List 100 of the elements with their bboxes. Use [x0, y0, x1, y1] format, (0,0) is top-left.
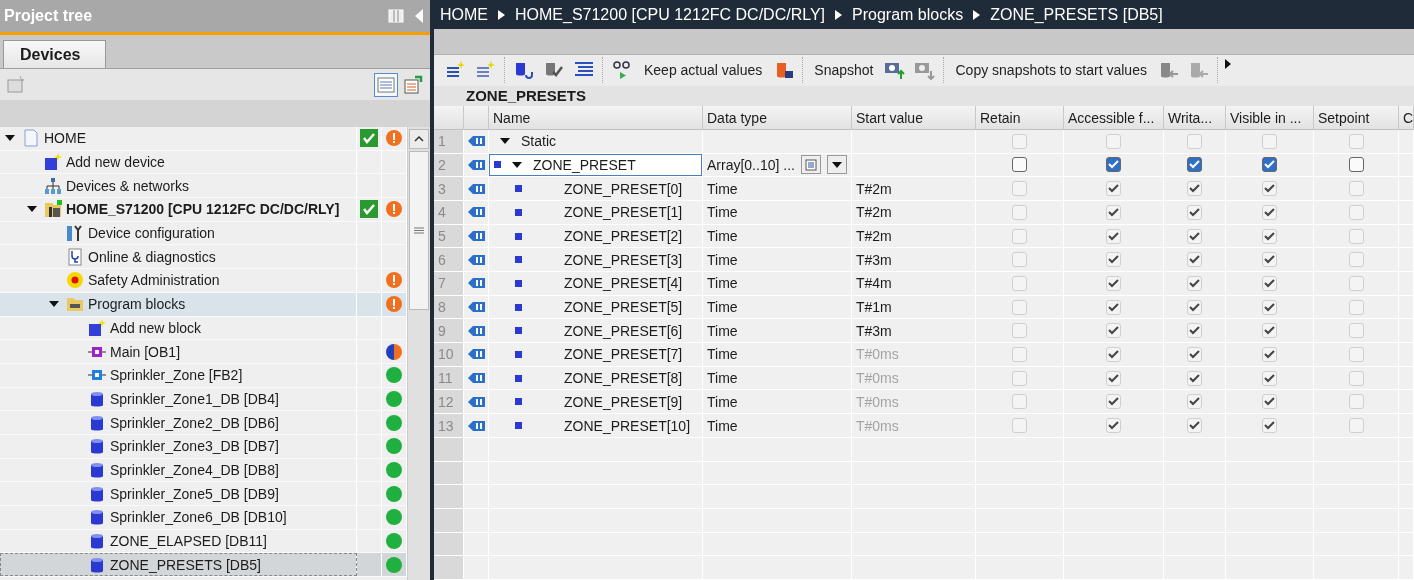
tree-item-label: Sprinkler_Zone2_DB [DB6] [110, 414, 279, 431]
column-header[interactable]: Visible in ... [1226, 106, 1314, 130]
tree-item[interactable]: Sprinkler_Zone6_DB [DB10] [0, 506, 407, 530]
interface-icon [468, 348, 486, 361]
database-icon [88, 484, 106, 503]
data-type-cell: Time [703, 201, 852, 225]
checkbox[interactable] [1262, 157, 1277, 173]
tree-item-label: Sprinkler_Zone5_DB [DB9] [110, 485, 279, 502]
tree-item[interactable]: Add new block [0, 316, 407, 341]
tree-item[interactable]: Sprinkler_Zone3_DB [DB7] [0, 434, 407, 459]
tree-item-label: HOME [44, 130, 86, 147]
database-icon [88, 437, 106, 456]
interface-icon [468, 158, 486, 171]
column-header[interactable]: Accessible f... [1064, 106, 1164, 130]
tree-item[interactable]: ZONE_PRESETS [DB5] [0, 553, 407, 578]
data-type-cell: Time [703, 295, 852, 320]
tree-item[interactable]: HOME [0, 127, 407, 151]
copy-snapshots-button[interactable]: Copy snapshots to start values [951, 62, 1151, 79]
scroll-up-button[interactable] [409, 129, 429, 149]
tree-item[interactable]: Sprinkler_Zone5_DB [DB9] [0, 482, 407, 506]
variable-name: ZONE_PRESET[5] [564, 299, 683, 316]
keep-actual-values-button[interactable]: Keep actual values [640, 62, 767, 79]
column-header[interactable]: Writa... [1164, 106, 1226, 130]
row-number: 13 [434, 414, 464, 438]
column-header[interactable]: Start value [852, 106, 976, 130]
row-number: 9 [434, 319, 464, 344]
checkbox[interactable] [1012, 157, 1027, 173]
list-button[interactable] [800, 155, 821, 175]
database-icon [88, 532, 106, 551]
breadcrumb-separator-icon [973, 9, 981, 20]
header-cell [464, 106, 489, 130]
table-cell [464, 532, 489, 557]
new-item-icon [88, 318, 106, 337]
interface-icon [468, 324, 486, 337]
row-number: 4 [434, 201, 464, 225]
data-type-cell: Time [703, 224, 852, 249]
tree-item[interactable]: Sprinkler_Zone [FB2] [0, 363, 407, 388]
checkbox[interactable] [1106, 157, 1121, 173]
more-arrow-icon[interactable] [1224, 58, 1231, 69]
row-number: 12 [434, 390, 464, 415]
tree-item[interactable]: HOME_S71200 [CPU 1212FC DC/DC/RLY] [0, 198, 407, 222]
interface-icon [468, 182, 486, 195]
row-number: 6 [434, 248, 464, 273]
column-header[interactable]: Setpoint [1314, 106, 1399, 130]
table-cell [434, 532, 464, 557]
column-header[interactable]: Data type [703, 106, 852, 130]
element-marker-icon [515, 303, 522, 311]
tree-item[interactable]: Sprinkler_Zone1_DB [DB4] [0, 387, 407, 412]
checkbox[interactable] [1187, 157, 1202, 173]
name-field[interactable]: ZONE_PRESET [489, 153, 702, 177]
block-title: ZONE_PRESETS [466, 87, 587, 105]
data-type-cell: Time [703, 272, 852, 296]
breadcrumb-link[interactable]: Program blocks [852, 5, 964, 24]
table-cell [464, 461, 489, 486]
start-value-cell: T#1m [852, 295, 976, 320]
tree-item[interactable]: Add new device [0, 150, 407, 175]
element-marker-icon [515, 422, 522, 429]
tree-item[interactable]: Sprinkler_Zone2_DB [DB6] [0, 411, 407, 435]
tree-item[interactable]: ZONE_ELAPSED [DB11] [0, 529, 407, 554]
database-icon [88, 555, 106, 574]
variable-name: ZONE_PRESET[2] [564, 228, 683, 244]
row-number: 5 [434, 224, 464, 249]
grip-icon [414, 227, 424, 234]
snapshot-button[interactable]: Snapshot [810, 62, 878, 79]
data-type-cell: Time [703, 177, 852, 201]
element-marker-icon [515, 350, 522, 358]
interface-icon [468, 419, 486, 432]
tree-item[interactable]: Device configuration [0, 221, 407, 246]
dropdown-button[interactable] [826, 155, 847, 175]
breadcrumb-link[interactable]: HOME [440, 5, 488, 24]
details-view-button[interactable] [374, 72, 398, 97]
checkbox[interactable] [1348, 157, 1364, 173]
breadcrumb-link[interactable]: HOME_S71200 [CPU 1212FC DC/DC/RLY] [515, 5, 826, 24]
tree-item[interactable]: Main [OB1] [0, 340, 407, 364]
table-cell [464, 485, 489, 509]
column-header[interactable]: Name [489, 106, 703, 130]
expand-arrow-icon[interactable] [512, 159, 522, 170]
tree-item-label: ZONE_PRESETS [DB5] [110, 556, 261, 573]
breadcrumb-separator-icon [835, 9, 843, 20]
start-value-cell: T#3m [852, 319, 976, 344]
column-header[interactable]: Retain [976, 106, 1064, 130]
device-config-icon [66, 224, 84, 243]
tree-item[interactable]: Safety Administration [0, 269, 407, 293]
plc-icon [44, 200, 62, 219]
tree-item-label: Add new block [110, 319, 202, 336]
tree-item[interactable]: Online & diagnostics [0, 245, 407, 270]
element-marker-icon [515, 208, 522, 216]
start-value-cell: T#4m [852, 272, 976, 296]
tree-item[interactable]: Devices & networks [0, 174, 407, 199]
database-icon [88, 413, 106, 432]
breadcrumb-link[interactable]: ZONE_PRESETS [DB5] [990, 5, 1163, 24]
scroll-thumb[interactable] [409, 151, 429, 310]
data-type-field[interactable]: Array[0..10] ... [703, 153, 852, 178]
tree-item[interactable]: Sprinkler_Zone4_DB [DB8] [0, 458, 407, 483]
column-header[interactable]: C [1399, 106, 1414, 130]
tree-item[interactable]: Program blocks [0, 292, 407, 317]
tree-item-label: Sprinkler_Zone3_DB [DB7] [110, 438, 279, 455]
tree-item-label: Sprinkler_Zone [FB2] [110, 367, 243, 384]
tab[interactable]: Devices [3, 40, 106, 68]
interface-icon [468, 206, 486, 219]
